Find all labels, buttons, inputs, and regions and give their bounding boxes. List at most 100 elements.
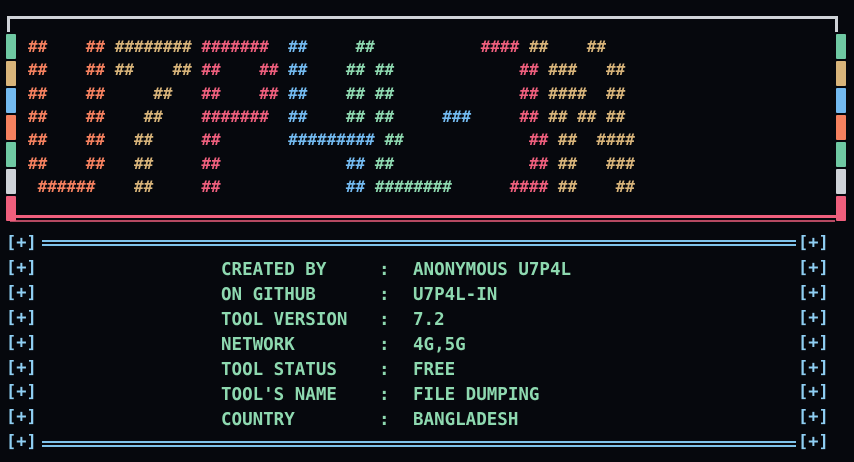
banner-glyph-segment: ######## [374,176,452,196]
info-key: TOOL VERSION [221,310,348,330]
info-value: FILE DUMPING [413,385,540,405]
banner-glyph-segment: ######## [114,37,202,56]
banner-glyph-segment: ## ## [28,60,115,80]
strip-segment [836,142,846,167]
banner-glyph-segment: ## ## [528,37,607,56]
banner-glyph-segment: ## [374,60,452,80]
banner-glyph-segment: #### [509,176,558,196]
banner-frame-corner-right [835,16,838,32]
info-row: ON GITHUB: U7P4L-IN [221,284,497,306]
banner-glyph-segment: ## ## [201,83,289,103]
panel-bottom-rule [42,441,796,447]
bracket-marker-left: [+] [6,307,37,328]
banner-glyph-segment: #### [480,37,529,56]
banner-glyph-segment: ## ## [557,176,635,196]
info-value: FREE [413,360,456,380]
banner-glyph-segment: ## [345,83,375,103]
banner-glyph-segment: ## [114,106,202,126]
bracket-marker-right: [+] [798,432,829,453]
banner-row: ## ## ## ## ## ## ## ## ## #### ## [28,83,625,105]
banner-glyph-segment: ## [114,130,202,150]
banner-glyph-segment: ## [288,83,346,103]
banner-glyph-segment: ## [374,106,443,126]
banner-glyph-segment: ## ## [201,60,289,80]
info-sep: : [379,335,390,355]
banner-left-color-strip [6,34,16,223]
info-row: CREATED BY: ANONYMOUS U7P4L [221,259,571,281]
banner-glyph-segment: ######### [288,130,385,150]
banner-glyph-segment: ## [288,153,375,173]
banner-glyph-segment: ## [201,176,289,196]
strip-segment [836,169,846,194]
banner-glyph-segment: ####### [201,106,289,126]
strip-segment [6,142,16,167]
banner-glyph-segment: ## [509,130,558,150]
info-key: CREATED BY [221,260,327,280]
info-sep: : [379,410,390,430]
banner-glyph-segment: ## #### [557,130,635,150]
banner-glyph-segment [462,130,510,149]
banner-glyph-segment: ####### [201,37,289,56]
banner-glyph-segment: ## [500,106,549,126]
strip-segment [6,88,16,113]
banner-row: ## ## ## ## ######### ## ## ## #### [28,129,635,151]
panel-top-rule [42,240,796,246]
bracket-marker-right: [+] [798,407,829,428]
banner-row: ## ## ######## ####### ## ## #### ## ## [28,36,606,58]
bracket-marker-left: [+] [6,357,37,378]
banner-glyph-segment: ## ## [114,60,202,80]
info-sep: : [379,260,390,280]
info-sep: : [379,385,390,405]
strip-segment [836,61,846,86]
banner-glyph-segment: ## [288,106,346,126]
banner-glyph-segment: ## [201,130,289,150]
info-sep: : [379,310,390,330]
info-key: TOOL'S NAME [221,385,337,405]
info-value: 4G,5G [413,335,466,355]
bracket-marker-right: [+] [798,282,829,303]
strip-segment [6,169,16,194]
info-row: TOOL VERSION: 7.2 [221,309,445,331]
strip-segment [836,115,846,140]
banner-row: ## ## ## ####### ## ## ## ### ## ## ## #… [28,106,625,128]
bracket-marker-left: [+] [6,233,37,253]
info-value: U7P4L-IN [413,285,498,305]
info-row: NETWORK: 4G,5G [221,334,466,356]
info-row: TOOL'S NAME: FILE DUMPING [221,384,539,406]
banner-glyph-segment: ## [201,153,289,173]
bracket-marker-left: [+] [6,282,37,303]
banner-glyph-segment: ## [374,153,452,173]
banner-glyph-segment [433,37,481,56]
banner-frame-top [7,16,838,19]
banner-frame-corner-left [7,16,10,32]
banner-frame-bottom [7,215,838,218]
bracket-marker-left: [+] [6,257,37,278]
strip-segment [836,88,846,113]
banner-glyph-segment [452,84,500,103]
info-key: COUNTRY [221,410,295,430]
bracket-marker-right: [+] [798,357,829,378]
banner-glyph-segment: ## ## ## [548,106,626,126]
banner-glyph-segment [452,154,510,173]
bracket-marker-left: [+] [6,432,37,453]
bracket-marker-right: [+] [798,332,829,353]
banner-row: ## ## ## ## ## ## ## ## ## ## ### ## [28,59,625,81]
banner-glyph-segment: ## ## [28,37,115,56]
info-value: ANONYMOUS U7P4L [413,260,572,280]
banner-glyph-segment: ## [345,60,375,80]
banner-glyph-segment: ## [345,106,375,126]
banner-glyph-segment: ## [374,83,452,103]
bracket-marker-left: [+] [6,332,37,353]
banner-row: ## ## ## ## ## ## ## ## ### [28,153,635,175]
info-sep: : [379,285,390,305]
banner-glyph-segment: ## ## [28,153,115,173]
banner-glyph-segment: ###### [28,176,115,196]
banner-frame-bottom-inner [10,220,835,222]
strip-segment [6,34,16,59]
info-key: ON GITHUB [221,285,316,305]
strip-segment [6,115,16,140]
banner-glyph-segment: ### [442,106,501,126]
banner-glyph-segment: ## [114,83,202,103]
bracket-marker-right: [+] [798,233,829,253]
info-row: TOOL STATUS: FREE [221,359,455,381]
